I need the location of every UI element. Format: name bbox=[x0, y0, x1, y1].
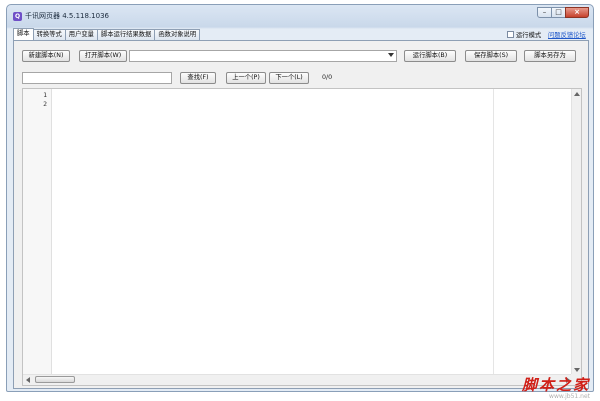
window-controls: – □ × bbox=[537, 7, 589, 18]
forum-link[interactable]: 问题反馈论坛 bbox=[548, 30, 586, 39]
horizontal-scroll-thumb[interactable] bbox=[35, 376, 75, 383]
line-number: 2 bbox=[43, 100, 47, 108]
tab-convert[interactable]: 转换等式 bbox=[32, 29, 66, 40]
run-mode-checkbox[interactable] bbox=[507, 31, 514, 38]
edge-guide-line bbox=[493, 89, 494, 375]
main-window: Q 千讯网页器 4.5.118.1036 – □ × 脚本 转换等式 用户变量 … bbox=[6, 4, 594, 392]
run-script-button[interactable]: 运行脚本(B) bbox=[404, 50, 456, 62]
maximize-button[interactable]: □ bbox=[551, 7, 566, 18]
tab-strip: 脚本 转换等式 用户变量 脚本运行结果数据 函数对象说明 bbox=[13, 28, 201, 40]
title-bar[interactable]: Q 千讯网页器 4.5.118.1036 – □ × bbox=[7, 5, 593, 27]
app-icon: Q bbox=[13, 12, 22, 21]
open-script-button[interactable]: 打开脚本(W) bbox=[79, 50, 127, 62]
match-count: 0/0 bbox=[322, 74, 333, 81]
save-as-button[interactable]: 脚本另存为 bbox=[524, 50, 576, 62]
find-prev-button[interactable]: 上一个(P) bbox=[226, 72, 266, 84]
horizontal-scrollbar[interactable] bbox=[23, 374, 573, 385]
run-mode-option[interactable]: 运行模式 bbox=[507, 30, 541, 39]
scroll-down-icon[interactable] bbox=[574, 368, 580, 372]
dropdown-arrow-icon bbox=[388, 53, 394, 57]
search-input[interactable] bbox=[22, 72, 172, 84]
scroll-up-icon[interactable] bbox=[574, 92, 580, 96]
watermark: 脚本之家 www.jb51.net bbox=[522, 377, 590, 400]
minimize-button[interactable]: – bbox=[537, 7, 552, 18]
script-panel: 新建脚本(N) 打开脚本(W) 运行脚本(B) 保存脚本(S) 脚本另存为 查找… bbox=[13, 40, 589, 389]
line-number: 1 bbox=[43, 91, 47, 99]
find-button[interactable]: 查找(F) bbox=[180, 72, 216, 84]
line-number-gutter: 1 2 bbox=[23, 89, 52, 375]
tab-row: 脚本 转换等式 用户变量 脚本运行结果数据 函数对象说明 运行模式 问题反馈论坛 bbox=[13, 27, 589, 40]
close-icon: × bbox=[574, 8, 580, 16]
scroll-left-icon[interactable] bbox=[26, 377, 30, 383]
new-script-button[interactable]: 新建脚本(N) bbox=[22, 50, 70, 62]
run-mode-label: 运行模式 bbox=[516, 32, 542, 39]
tab-function-docs[interactable]: 函数对象说明 bbox=[154, 29, 201, 40]
watermark-logo: 脚本之家 bbox=[521, 376, 590, 394]
tab-script[interactable]: 脚本 bbox=[13, 28, 34, 40]
vertical-scrollbar[interactable] bbox=[571, 89, 581, 375]
watermark-url: www.jb51.net bbox=[549, 393, 590, 400]
close-button[interactable]: × bbox=[565, 7, 589, 18]
script-editor[interactable]: 1 2 bbox=[22, 88, 582, 386]
window-title: 千讯网页器 4.5.118.1036 bbox=[25, 12, 109, 20]
tab-user-variables[interactable]: 用户变量 bbox=[64, 29, 98, 40]
maximize-icon: □ bbox=[555, 8, 562, 16]
save-script-button[interactable]: 保存脚本(S) bbox=[465, 50, 517, 62]
script-select[interactable] bbox=[129, 50, 397, 62]
tab-run-results[interactable]: 脚本运行结果数据 bbox=[96, 29, 156, 40]
minimize-icon: – bbox=[542, 8, 547, 16]
find-next-button[interactable]: 下一个(L) bbox=[269, 72, 309, 84]
